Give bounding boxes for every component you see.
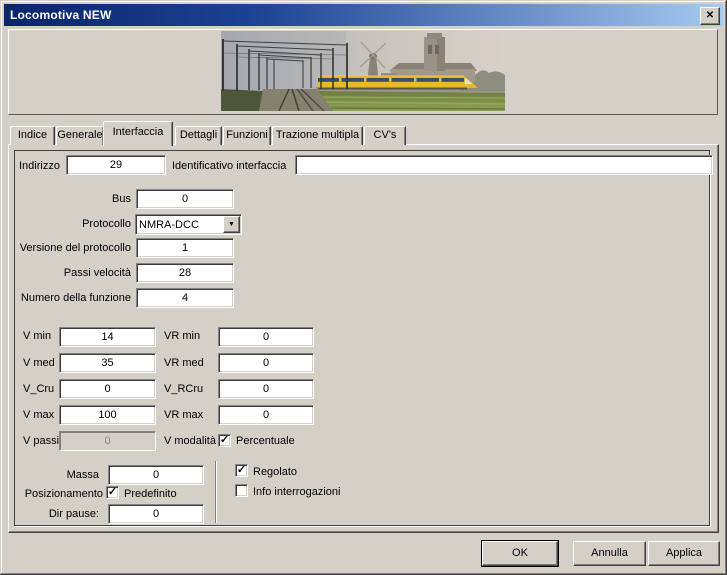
info-interrogazioni-label: Info interrogazioni bbox=[253, 486, 340, 498]
v-rcru-label: V_RCru bbox=[164, 383, 203, 395]
close-icon: ✕ bbox=[706, 10, 714, 21]
indirizzo-input[interactable] bbox=[66, 155, 166, 175]
ok-button[interactable]: OK bbox=[482, 541, 558, 566]
v-med-input[interactable] bbox=[59, 353, 156, 373]
protocollo-value: NMRA-DCC bbox=[136, 219, 223, 231]
v-cru-input[interactable] bbox=[59, 379, 156, 399]
vr-max-label: VR max bbox=[164, 409, 203, 421]
v-max-input[interactable] bbox=[59, 405, 156, 425]
v-min-label: V min bbox=[23, 330, 51, 342]
vr-min-input[interactable] bbox=[218, 327, 314, 347]
applica-button[interactable]: Applica bbox=[648, 541, 720, 566]
indirizzo-label: Indirizzo bbox=[19, 160, 60, 172]
divider bbox=[215, 461, 217, 523]
v-rcru-input[interactable] bbox=[218, 379, 314, 399]
close-button[interactable]: ✕ bbox=[700, 7, 720, 25]
tab-funzioni[interactable]: Funzioni bbox=[223, 126, 271, 145]
regolato-label: Regolato bbox=[253, 466, 297, 478]
v-med-label: V med bbox=[23, 357, 55, 369]
predefinito-label: Predefinito bbox=[124, 488, 177, 500]
massa-label: Massa bbox=[11, 469, 99, 481]
tab-cvs[interactable]: CV's bbox=[364, 126, 406, 145]
passi-velocita-label: Passi velocità bbox=[11, 267, 131, 279]
bus-input[interactable] bbox=[136, 189, 234, 209]
tab-content-interfaccia: Indirizzo Identificativo interfaccia Bus… bbox=[8, 144, 719, 533]
massa-input[interactable] bbox=[108, 465, 204, 485]
v-passi-label: V passi bbox=[23, 435, 59, 447]
dir-pause-label: Dir pause: bbox=[11, 508, 99, 520]
photo-panel bbox=[8, 29, 718, 115]
tab-interfaccia[interactable]: Interfaccia bbox=[103, 121, 173, 146]
v-min-input[interactable] bbox=[59, 327, 156, 347]
v-modalita-label: V modalità bbox=[164, 435, 216, 447]
posizionamento-label: Posizionamento bbox=[11, 488, 103, 500]
percentuale-checkbox[interactable]: ✓ bbox=[218, 434, 231, 447]
bus-label: Bus bbox=[11, 193, 131, 205]
tab-dettagli[interactable]: Dettagli bbox=[175, 126, 222, 145]
versione-protocollo-label: Versione del protocollo bbox=[11, 242, 131, 254]
identificativo-input[interactable] bbox=[295, 155, 713, 175]
v-cru-label: V_Cru bbox=[23, 383, 54, 395]
v-passi-input bbox=[59, 431, 156, 451]
percentuale-label: Percentuale bbox=[236, 435, 295, 447]
numero-funzione-input[interactable] bbox=[136, 288, 234, 308]
identificativo-label: Identificativo interfaccia bbox=[172, 160, 286, 172]
tab-generale[interactable]: Generale bbox=[56, 126, 104, 145]
title-bar[interactable]: Locomotiva NEW ✕ bbox=[4, 4, 723, 26]
vr-med-input[interactable] bbox=[218, 353, 314, 373]
predefinito-checkbox[interactable]: ✓ bbox=[106, 486, 119, 499]
vr-max-input[interactable] bbox=[218, 405, 314, 425]
protocollo-label: Protocollo bbox=[11, 218, 131, 230]
tab-indice[interactable]: Indice bbox=[10, 126, 55, 145]
locomotive-photo-image bbox=[221, 31, 505, 111]
chevron-down-icon[interactable]: ▼ bbox=[223, 216, 240, 233]
annulla-button[interactable]: Annulla bbox=[573, 541, 646, 566]
vr-min-label: VR min bbox=[164, 330, 200, 342]
versione-protocollo-input[interactable] bbox=[136, 238, 234, 258]
check-icon: ✓ bbox=[108, 486, 117, 498]
dialog-locomotiva: Locomotiva NEW ✕ bbox=[0, 0, 727, 575]
v-max-label: V max bbox=[23, 409, 54, 421]
dir-pause-input[interactable] bbox=[108, 504, 204, 524]
vr-med-label: VR med bbox=[164, 357, 204, 369]
regolato-checkbox[interactable]: ✓ bbox=[235, 464, 248, 477]
check-icon: ✓ bbox=[220, 434, 229, 446]
window-title: Locomotiva NEW bbox=[10, 8, 111, 22]
tab-trazione-multipla[interactable]: Trazione multipla bbox=[272, 126, 363, 145]
protocollo-select[interactable]: NMRA-DCC ▼ bbox=[135, 214, 242, 235]
passi-velocita-input[interactable] bbox=[136, 263, 234, 283]
numero-funzione-label: Numero della funzione bbox=[11, 292, 131, 304]
check-icon: ✓ bbox=[237, 464, 246, 476]
info-interrogazioni-checkbox[interactable] bbox=[235, 484, 248, 497]
